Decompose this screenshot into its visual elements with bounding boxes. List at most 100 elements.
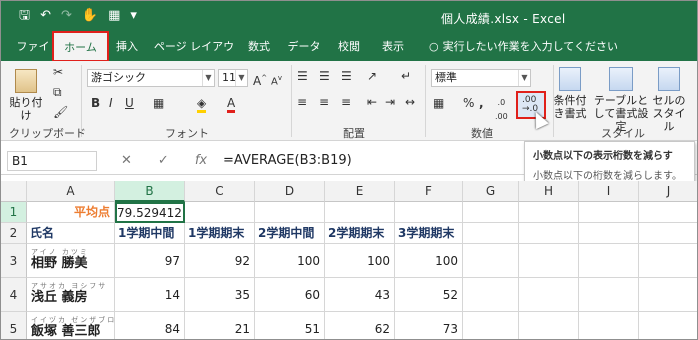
font-name-combo[interactable]: 游ゴシック ▼ xyxy=(87,69,215,87)
column-header[interactable]: D xyxy=(255,181,325,202)
empty-cell[interactable] xyxy=(579,244,639,278)
paste-button[interactable]: 貼り付け xyxy=(9,69,43,122)
row-header[interactable]: 1 xyxy=(1,202,27,223)
empty-cell[interactable] xyxy=(579,223,639,244)
score-cell[interactable]: 84 xyxy=(115,312,185,339)
conditional-formatting-button[interactable]: 条件付き書式 xyxy=(549,67,591,120)
tab-view[interactable]: 表示 xyxy=(377,33,409,61)
wrap-text-icon[interactable]: ↵ xyxy=(401,69,411,83)
shrink-font-icon[interactable]: Av xyxy=(271,71,282,89)
merge-center-icon[interactable]: ↔ xyxy=(405,95,415,109)
tab-page-layout[interactable]: ページ レイアウト xyxy=(151,33,237,81)
score-cell[interactable]: 35 xyxy=(185,278,255,312)
orientation-icon[interactable]: ↗ xyxy=(367,69,377,83)
header-cell[interactable]: 2学期期末 xyxy=(325,223,395,244)
italic-icon[interactable]: I xyxy=(109,96,113,110)
avg-value-cell[interactable]: 79.529412 xyxy=(115,202,185,223)
tab-data[interactable]: データ xyxy=(285,33,323,61)
align-bottom-icon[interactable]: ☰ xyxy=(341,69,352,83)
redo-icon[interactable]: ↷ xyxy=(61,8,72,24)
decrease-indent-icon[interactable]: ⇤ xyxy=(367,95,377,109)
column-header[interactable]: J xyxy=(639,181,697,202)
increase-decimal-icon[interactable]: .0.00 xyxy=(495,96,508,124)
empty-cell[interactable] xyxy=(579,312,639,339)
empty-cell[interactable] xyxy=(185,202,255,223)
format-painter-icon[interactable]: 🖌 xyxy=(53,105,68,119)
student-name-cell[interactable]: アイノ カツミ 相野 勝美 xyxy=(27,244,115,278)
header-cell[interactable]: 3学期期末 xyxy=(395,223,463,244)
column-header[interactable]: I xyxy=(579,181,639,202)
row-header[interactable]: 4 xyxy=(1,278,27,312)
column-header[interactable]: B xyxy=(115,181,185,202)
empty-cell[interactable] xyxy=(463,312,519,339)
font-size-combo[interactable]: 11 ▼ xyxy=(218,69,248,87)
score-cell[interactable]: 100 xyxy=(325,244,395,278)
row-header[interactable]: 5 xyxy=(1,312,27,339)
borders-icon[interactable]: ▦ xyxy=(153,96,164,110)
fill-color-icon[interactable]: ◈ xyxy=(197,96,207,113)
column-header[interactable]: E xyxy=(325,181,395,202)
empty-cell[interactable] xyxy=(255,202,325,223)
touch-mode-icon[interactable]: ✋ xyxy=(82,8,98,24)
empty-cell[interactable] xyxy=(519,312,579,339)
score-cell[interactable]: 73 xyxy=(395,312,463,339)
header-cell[interactable]: 1学期中間 xyxy=(115,223,185,244)
empty-cell[interactable] xyxy=(463,278,519,312)
cancel-icon[interactable]: ✕ xyxy=(121,153,132,168)
column-header[interactable]: G xyxy=(463,181,519,202)
align-left-icon[interactable]: ≡ xyxy=(297,95,307,109)
empty-cell[interactable] xyxy=(463,223,519,244)
tab-insert[interactable]: 挿入 xyxy=(111,33,143,61)
form-icon[interactable]: ▦ xyxy=(108,8,120,24)
align-right-icon[interactable]: ≡ xyxy=(341,95,351,109)
header-cell[interactable]: 2学期中間 xyxy=(255,223,325,244)
tell-me-box[interactable]: ○ 実行したい作業を入力してください xyxy=(429,33,618,61)
empty-cell[interactable] xyxy=(463,202,519,223)
copy-icon[interactable]: ⧉ xyxy=(53,85,62,99)
score-cell[interactable]: 100 xyxy=(255,244,325,278)
column-header[interactable]: C xyxy=(185,181,255,202)
empty-cell[interactable] xyxy=(639,223,697,244)
tab-file[interactable]: ファイル xyxy=(13,33,53,81)
grow-font-icon[interactable]: A^ xyxy=(253,71,267,88)
formula-input[interactable]: =AVERAGE(B3:B19) xyxy=(223,151,352,171)
comma-style-icon[interactable]: , xyxy=(479,96,484,110)
select-all-corner[interactable] xyxy=(1,181,27,202)
empty-cell[interactable] xyxy=(519,202,579,223)
save-icon[interactable]: 🖫 xyxy=(19,8,30,24)
empty-cell[interactable] xyxy=(639,278,697,312)
insert-function-icon[interactable]: fx xyxy=(195,153,207,168)
customize-qat-icon[interactable]: ▾ xyxy=(130,8,137,24)
number-format-combo[interactable]: 標準 ▼ xyxy=(431,69,531,87)
score-cell[interactable]: 21 xyxy=(185,312,255,339)
student-name-cell[interactable]: アサオカ ヨシフサ 浅丘 義房 xyxy=(27,278,115,312)
row-header[interactable]: 2 xyxy=(1,223,27,244)
tab-formulas[interactable]: 数式 xyxy=(243,33,275,61)
empty-cell[interactable] xyxy=(579,202,639,223)
name-box[interactable]: B1 xyxy=(7,151,97,171)
empty-cell[interactable] xyxy=(579,278,639,312)
cut-icon[interactable]: ✂ xyxy=(53,65,63,79)
score-cell[interactable]: 62 xyxy=(325,312,395,339)
tab-review[interactable]: 校閲 xyxy=(333,33,365,61)
empty-cell[interactable] xyxy=(519,244,579,278)
format-as-table-button[interactable]: テーブルとして書式設定 xyxy=(593,67,649,133)
empty-cell[interactable] xyxy=(395,202,463,223)
column-header[interactable]: A xyxy=(27,181,115,202)
column-header[interactable]: H xyxy=(519,181,579,202)
underline-icon[interactable]: U xyxy=(125,96,134,110)
score-cell[interactable]: 60 xyxy=(255,278,325,312)
align-middle-icon[interactable]: ☰ xyxy=(319,69,330,83)
enter-icon[interactable]: ✓ xyxy=(158,153,169,168)
percent-icon[interactable]: % xyxy=(463,96,474,110)
empty-cell[interactable] xyxy=(519,278,579,312)
increase-indent-icon[interactable]: ⇥ xyxy=(385,95,395,109)
avg-label-cell[interactable]: 平均点 xyxy=(27,202,115,223)
bold-icon[interactable]: B xyxy=(91,96,100,110)
empty-cell[interactable] xyxy=(463,244,519,278)
align-center-icon[interactable]: ≡ xyxy=(319,95,329,109)
empty-cell[interactable] xyxy=(639,312,697,339)
font-color-icon[interactable]: A xyxy=(227,96,236,113)
align-top-icon[interactable]: ☰ xyxy=(297,69,308,83)
empty-cell[interactable] xyxy=(519,223,579,244)
